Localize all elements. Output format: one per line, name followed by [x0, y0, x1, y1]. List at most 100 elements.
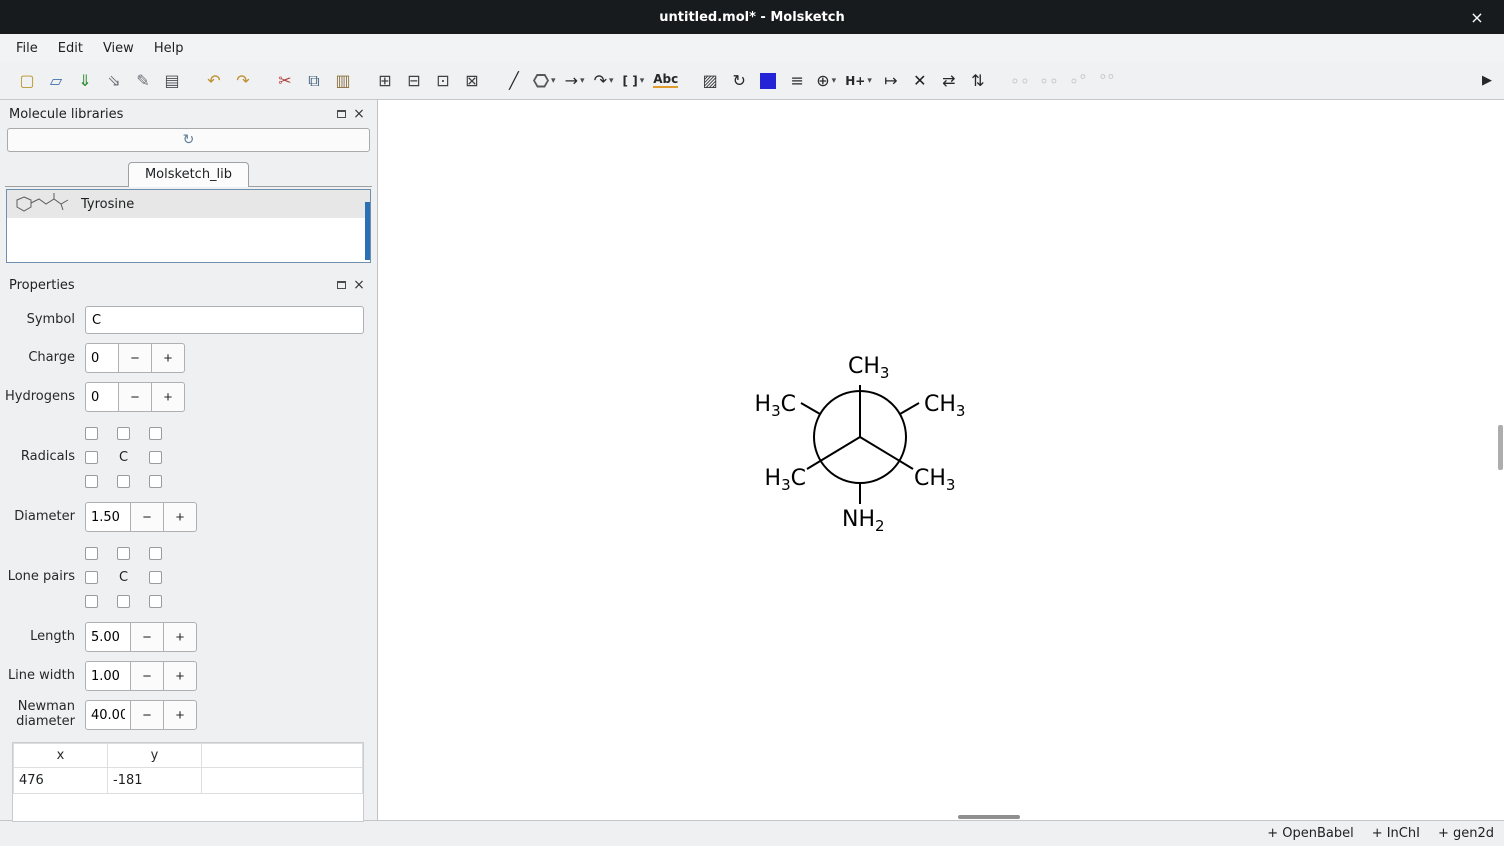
line-width-button[interactable]: ≡: [784, 68, 810, 94]
newman-diameter-increment-button[interactable]: +: [163, 700, 197, 730]
lone-pair-checkbox[interactable]: [149, 547, 162, 560]
charge-tool[interactable]: ⊕▾: [813, 68, 839, 94]
toolbar-overflow-button[interactable]: ▶: [1478, 73, 1496, 88]
lone-pair-checkbox[interactable]: [85, 595, 98, 608]
new-document-button[interactable]: ▢: [14, 68, 40, 94]
radical-checkbox[interactable]: [149, 475, 162, 488]
charge-increment-button[interactable]: +: [151, 343, 185, 373]
tab-molsketch-lib[interactable]: Molsketch_lib: [128, 162, 249, 187]
line-width-input[interactable]: [85, 661, 131, 691]
length-increment-button[interactable]: +: [163, 622, 197, 652]
menu-view[interactable]: View: [93, 37, 144, 60]
newman-diameter-label: Newman diameter: [5, 700, 85, 730]
radical-checkbox[interactable]: [117, 475, 130, 488]
hexagon-ring-icon: [533, 74, 549, 88]
length-decrement-button[interactable]: −: [130, 622, 164, 652]
flip-vertical-button[interactable]: ⇅: [965, 68, 991, 94]
window-close-button[interactable]: ×: [1462, 0, 1492, 34]
x-value-cell[interactable]: 476: [14, 768, 108, 794]
molecule-libraries-float-button[interactable]: [332, 106, 350, 122]
length-input[interactable]: [85, 622, 131, 652]
lone-pair-checkbox[interactable]: [149, 571, 162, 584]
cut-button[interactable]: ✂: [272, 68, 298, 94]
lone-pair-checkbox[interactable]: [149, 595, 162, 608]
hydrogens-input[interactable]: [85, 382, 119, 412]
lone-pair-checkbox[interactable]: [117, 595, 130, 608]
properties-header: Properties ×: [5, 275, 372, 297]
redo-button[interactable]: ↷: [230, 68, 256, 94]
newman-diameter-decrement-button[interactable]: −: [130, 700, 164, 730]
lone-pair-checkbox[interactable]: [85, 547, 98, 560]
babel-fragment-tool-icon: ∘∘: [1039, 73, 1059, 89]
rotate-tool[interactable]: ↻: [726, 68, 752, 94]
menu-edit[interactable]: Edit: [48, 37, 93, 60]
line-width-increment-button[interactable]: +: [163, 661, 197, 691]
arrow-tool[interactable]: →▾: [562, 68, 588, 94]
color-picker-button[interactable]: [755, 68, 781, 94]
radical-checkbox[interactable]: [85, 475, 98, 488]
dropdown-caret-icon[interactable]: ▾: [580, 76, 585, 86]
open-file-button[interactable]: ▱: [43, 68, 69, 94]
draw-bond-tool[interactable]: ╱: [501, 68, 527, 94]
hash-wedge-tool[interactable]: ▨: [697, 68, 723, 94]
drawing-canvas[interactable]: CH3 H3C CH3 H3C CH3 NH2: [378, 100, 1504, 820]
hydrogen-tool[interactable]: H+▾: [842, 68, 875, 94]
rotate-tool-icon: ↻: [733, 73, 746, 89]
bracket-tool[interactable]: [ ]▾: [620, 68, 648, 94]
properties-close-button[interactable]: ×: [350, 277, 368, 293]
export-button[interactable]: ✎: [130, 68, 156, 94]
panel-splitter[interactable]: [5, 263, 372, 275]
menu-file[interactable]: File: [6, 37, 48, 60]
radical-checkbox[interactable]: [117, 427, 130, 440]
copy-button[interactable]: ⧉: [301, 68, 327, 94]
symbol-input[interactable]: [85, 306, 364, 334]
radical-checkbox[interactable]: [149, 427, 162, 440]
dropdown-caret-icon[interactable]: ▾: [832, 76, 837, 86]
delete-tool[interactable]: ✕: [907, 68, 933, 94]
diameter-input[interactable]: [85, 502, 131, 532]
mechanism-arrow-tool[interactable]: ↷▾: [591, 68, 617, 94]
menu-help[interactable]: Help: [144, 37, 194, 60]
paste-button[interactable]: ▥: [330, 68, 356, 94]
dropdown-caret-icon[interactable]: ▾: [867, 76, 872, 86]
undo-button[interactable]: ↶: [201, 68, 227, 94]
dropdown-caret-icon[interactable]: ▾: [640, 76, 645, 86]
dropdown-caret-icon[interactable]: ▾: [551, 76, 556, 86]
properties-float-button[interactable]: [332, 277, 350, 293]
newman-projection-molecule[interactable]: CH3 H3C CH3 H3C CH3 NH2: [710, 307, 1010, 577]
diameter-increment-button[interactable]: +: [163, 502, 197, 532]
charge-decrement-button[interactable]: −: [118, 343, 152, 373]
save-button[interactable]: ⇓: [72, 68, 98, 94]
radical-checkbox[interactable]: [85, 451, 98, 464]
y-value-cell[interactable]: -181: [108, 768, 202, 794]
zoom-original-button[interactable]: ⊡: [430, 68, 456, 94]
align-tool[interactable]: ↦: [878, 68, 904, 94]
dropdown-caret-icon[interactable]: ▾: [609, 76, 614, 86]
library-refresh-button[interactable]: ↻: [7, 128, 370, 152]
library-scrollbar[interactable]: [365, 202, 370, 260]
zoom-fit-button[interactable]: ⊠: [459, 68, 485, 94]
print-button[interactable]: ▤: [159, 68, 185, 94]
diameter-decrement-button[interactable]: −: [130, 502, 164, 532]
radical-checkbox[interactable]: [85, 427, 98, 440]
newman-diameter-input[interactable]: [85, 700, 131, 730]
lone-pair-checkbox[interactable]: [85, 571, 98, 584]
canvas-vertical-scrollbar[interactable]: [1498, 425, 1503, 470]
hydrogens-decrement-button[interactable]: −: [118, 382, 152, 412]
ring-tool[interactable]: ▾: [530, 68, 559, 94]
canvas-horizontal-scrollbar[interactable]: [958, 815, 1020, 819]
save-as-button[interactable]: ⇘: [101, 68, 127, 94]
molecule-libraries-header: Molecule libraries ×: [5, 104, 372, 126]
radical-checkbox[interactable]: [149, 451, 162, 464]
flip-horizontal-button[interactable]: ⇄: [936, 68, 962, 94]
molecule-libraries-close-button[interactable]: ×: [350, 106, 368, 122]
radicals-row: Radicals C: [5, 421, 364, 493]
hydrogens-increment-button[interactable]: +: [151, 382, 185, 412]
zoom-in-button[interactable]: ⊞: [372, 68, 398, 94]
text-tool[interactable]: Abc: [650, 68, 681, 94]
charge-input[interactable]: [85, 343, 119, 373]
line-width-decrement-button[interactable]: −: [130, 661, 164, 691]
zoom-out-button[interactable]: ⊟: [401, 68, 427, 94]
lone-pair-checkbox[interactable]: [117, 547, 130, 560]
library-item-tyrosine[interactable]: Tyrosine: [7, 190, 370, 218]
